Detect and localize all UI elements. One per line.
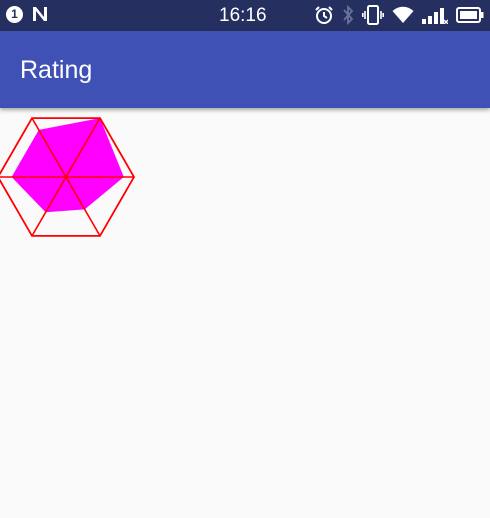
notification-badge-icon: 1 [6,5,23,23]
bluetooth-icon [343,5,354,25]
content-area [0,108,490,518]
wifi-icon [392,6,414,23]
rating-area [11,118,124,213]
status-bar: 1 16:16 [0,0,490,31]
battery-icon [456,7,484,23]
status-left: 1 [6,5,49,23]
status-icons [306,4,484,26]
vibrate-icon [362,5,384,25]
app-bar: Rating [0,31,490,108]
n-logo-icon [33,7,47,21]
alarm-icon [315,6,333,24]
app-title: Rating [20,56,93,84]
rating-radar-chart [0,117,136,237]
status-time: 16:16 [219,5,267,26]
signal-icon [422,8,448,24]
